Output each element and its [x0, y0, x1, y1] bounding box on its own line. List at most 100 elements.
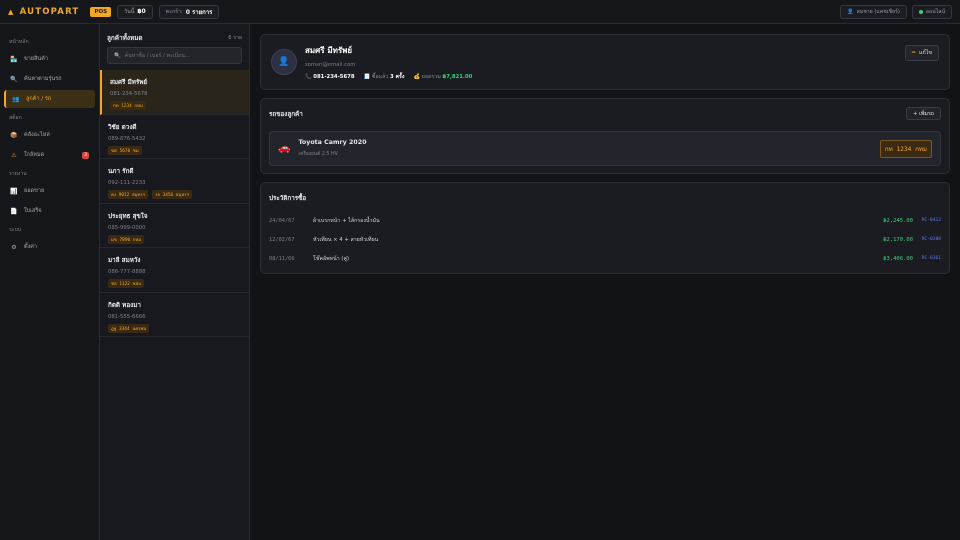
user-icon: 👤 [847, 8, 854, 15]
sidebar-item-search-by-car[interactable]: 🔍 ค้นหาตามรุ่นรถ [4, 70, 95, 88]
sidebar-item-customers[interactable]: 👥 ลูกค้า / รถ [4, 90, 95, 108]
customer-name: นภา รักดี [108, 168, 134, 175]
top-right-group: 👤 สมชาย (แคชเชียร์) ออนไลน์ [840, 4, 952, 19]
customer-search-input[interactable]: 🔍 ค้นหาชื่อ / เบอร์ / ทะเบียน... [107, 47, 242, 64]
sidebar-section-title: สต็อก [9, 115, 22, 121]
search-placeholder: ค้นหาชื่อ / เบอร์ / ทะเบียน... [124, 52, 190, 59]
history-date: 24/04/67 [269, 217, 295, 224]
customer-phone: 081-234-5678 [110, 91, 148, 97]
profile-visits-stat: 🧾 ซื้อแล้ว 3 ครั้ง [364, 73, 405, 81]
sidebar: หน้าหลัก 🏪 ขายสินค้า 🔍 ค้นหาตามรุ่นรถ 👥 ลูก… [0, 24, 100, 540]
profile-total-stat: 💰 ยอดรวม ฿7,821.00 [413, 73, 472, 81]
customer-phone: 081-555-6666 [108, 313, 146, 320]
cash-register-icon: 🏪 [10, 55, 18, 63]
phone-icon: 📞 [305, 73, 312, 80]
history-row[interactable]: 12/02/67 หัวเทียน × 4 + สายหัวเทียน ฿2,170… [269, 230, 941, 249]
money-bag-icon: 💰 [413, 73, 421, 80]
edit-profile-button[interactable]: ✏ แก้ไข [904, 45, 939, 61]
sidebar-item-label: ตั้งค่า [24, 244, 38, 250]
sidebar-section-title: ระบบ [9, 227, 22, 233]
sidebar-item-label: ใบเสร็จ [24, 208, 42, 214]
user-icon: 👤 [278, 57, 290, 67]
low-stock-count-badge: 3 [82, 151, 89, 159]
history-amount: ฿2,245.00 [883, 217, 913, 224]
customer-list-header: ลูกค้าทั้งหมด 6 ราย [100, 24, 249, 47]
warning-icon: ⚠ [11, 151, 17, 159]
sidebar-section-title: หน้าหลัก [9, 39, 29, 45]
sidebar-section-title: รายงาน [9, 171, 27, 177]
profile-phone-stat: 📞 081-234-5678 [305, 74, 355, 80]
car-model: Toyota Camry 2020 [298, 139, 367, 146]
customer-name: วิชัย ดวงดี [108, 123, 137, 131]
purchase-history-card: ประวัติการซื้อ 24/04/67 ผ้าเบรกหน้า + ไส้… [260, 182, 950, 274]
plate-tag: งจ 3456 สมุทรฯ [152, 190, 193, 199]
sidebar-item-receipts[interactable]: 📄 ใบเสร็จ [4, 202, 95, 220]
customer-list-title: ลูกค้าทั้งหมด [107, 34, 143, 42]
history-ref-link[interactable]: RC-0412 [913, 218, 941, 223]
customer-list-item[interactable]: วิชัย ดวงดี 089-876-5432 ขค 5678 ชม [100, 115, 249, 159]
profile-stats: 📞 081-234-5678 🧾 ซื้อแล้ว 3 ครั้ง 💰 ยอดร… [305, 73, 472, 81]
gear-icon: ⚙ [11, 243, 17, 251]
online-status: ออนไลน์ [911, 4, 952, 19]
cart-label: ตะกร้า: [165, 8, 183, 15]
sidebar-item-label: ใกล้หมด [24, 152, 45, 158]
visits-label: ซื้อแล้ว [371, 73, 389, 80]
top-bar: ▲ AUTOPART POS วันนี้ ฿0 ตะกร้า: 0 รายการ 👤… [0, 0, 960, 24]
history-row[interactable]: 24/04/67 ผ้าเบรกหน้า + ไส้กรองน้ำมัน ฿2,24… [269, 211, 941, 230]
history-amount: ฿2,170.00 [883, 236, 913, 243]
sidebar-item-label: คลังอะไหล่ [24, 132, 50, 138]
customer-list-item[interactable]: สมศรี มีทรัพย์ 081-234-5678 กท 1234 กทม [100, 70, 249, 115]
app-logo[interactable]: ▲ AUTOPART [8, 7, 79, 17]
cars-title: รถของลูกค้า [269, 111, 303, 118]
customer-cars-card: รถของลูกค้า + เพิ่มรถ 🚗 Toyota Camry 202… [260, 98, 950, 174]
today-value: ฿0 [137, 8, 146, 15]
customer-phone: 089-876-5432 [108, 135, 146, 142]
plate-tag: ชล 1122 ชลบ [108, 279, 144, 288]
today-label: วันนี้ [124, 8, 135, 15]
sidebar-item-low-stock[interactable]: ⚠ ใกล้หมด 3 [4, 146, 95, 164]
car-icon: 🚗 [278, 143, 291, 154]
chart-icon: 📊 [10, 187, 18, 195]
cart-pill[interactable]: ตะกร้า: 0 รายการ [158, 4, 220, 19]
sidebar-item-label: ขายสินค้า [24, 56, 48, 62]
car-info: Toyota Camry 2020 เครื่องยนต์ 2.5 HV [298, 139, 366, 158]
customer-phone: 086-777-8888 [108, 269, 146, 275]
customer-name: มาลี สมหวัง [108, 257, 141, 264]
sidebar-item-settings[interactable]: ⚙ ตั้งค่า [4, 238, 95, 256]
plate-tag: กท 1234 กทม [110, 101, 146, 110]
history-ref-link[interactable]: RC-0361 [913, 256, 941, 261]
pencil-icon: ✏ [911, 50, 917, 56]
car-plate: กท 1234 กทม [879, 139, 932, 158]
edit-label: แก้ไข [919, 50, 932, 56]
customer-phone: 085-999-0000 [108, 224, 146, 231]
sidebar-item-label: ลูกค้า / รถ [26, 96, 52, 102]
receipt-icon: 📄 [10, 207, 18, 215]
sidebar-item-inventory[interactable]: 📦 คลังอะไหล่ [4, 126, 95, 144]
history-date: 12/02/67 [269, 236, 295, 243]
online-dot-icon [918, 9, 923, 14]
history-ref-link[interactable]: RC-0388 [913, 237, 941, 242]
history-items: โช๊คอัพหน้า (คู่) [313, 255, 350, 262]
customer-list-item[interactable]: นภา รักดี 092-111-2233 คง 9012 สมุทรฯ งจ 34… [100, 159, 249, 204]
sidebar-item-sales-report[interactable]: 📊 ยอดขาย [4, 182, 95, 200]
sidebar-item-label: ยอดขาย [24, 188, 45, 194]
profile-email: somsri@email.com [305, 61, 356, 68]
add-car-button[interactable]: + เพิ่มรถ [906, 107, 941, 120]
total-label: ยอดรวม [421, 73, 441, 80]
search-icon: 🔍 [10, 75, 18, 83]
today-sales-pill: วันนี้ ฿0 [117, 4, 153, 19]
car-item[interactable]: 🚗 Toyota Camry 2020 เครื่องยนต์ 2.5 HV ก… [269, 131, 941, 166]
profile-info: สมศรี มีทรัพย์ somsri@email.com 📞 081-23… [305, 44, 472, 81]
customer-name: ประยุทธ สุขใจ [108, 212, 148, 220]
user-menu[interactable]: 👤 สมชาย (แคชเชียร์) [840, 4, 907, 19]
sidebar-item-sell[interactable]: 🏪 ขายสินค้า [4, 50, 95, 68]
car-engine: เครื่องยนต์ 2.5 HV [298, 152, 338, 157]
search-icon: 🔍 [114, 52, 121, 59]
history-row[interactable]: 08/11/66 โช๊คอัพหน้า (คู่) ฿3,406.00 RC-036… [269, 249, 941, 268]
customer-list-item[interactable]: กิตติ ทองมา 081-555-6666 ฎฐ 3344 นครพน [100, 293, 249, 337]
receipt-icon: 🧾 [363, 73, 371, 80]
customer-list-item[interactable]: ประยุทธ สุขใจ 085-999-0000 มข 7890 กทม [100, 204, 249, 248]
logo-triangle-icon: ▲ [8, 7, 15, 16]
customer-list-item[interactable]: มาลี สมหวัง 086-777-8888 ชล 1122 ชลบ [100, 248, 249, 293]
customer-list-panel: ลูกค้าทั้งหมด 6 ราย 🔍 ค้นหาชื่อ / เบอร์ / … [100, 24, 250, 540]
